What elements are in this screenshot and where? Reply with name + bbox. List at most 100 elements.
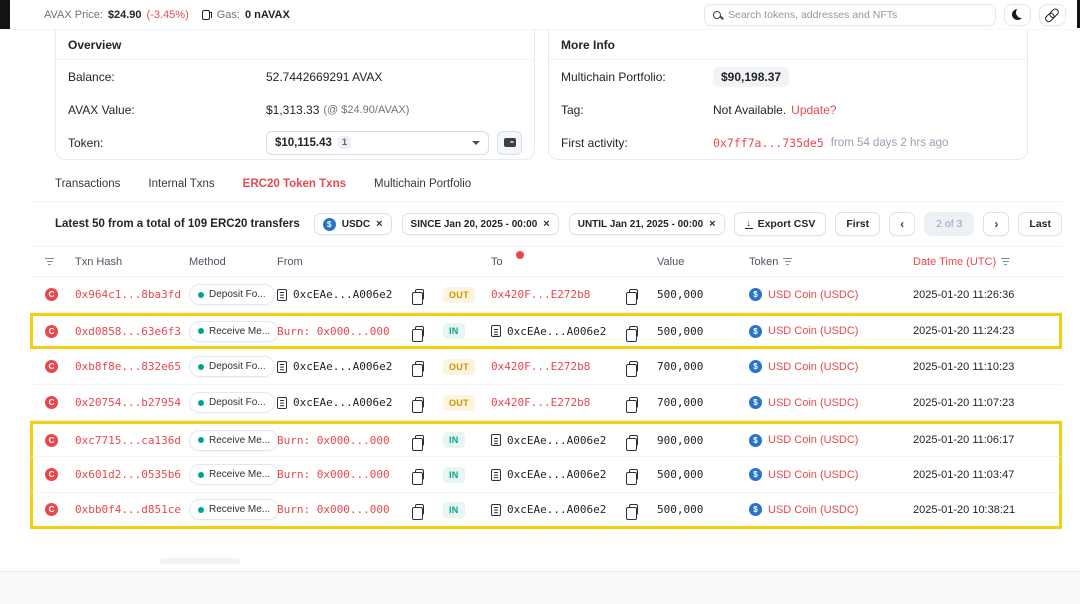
tab-multichain-portfolio[interactable]: Multichain Portfolio: [374, 178, 471, 190]
token-link[interactable]: USD Coin (USDC): [768, 325, 858, 337]
to-address-link[interactable]: 0x420F...E272b8: [491, 288, 590, 301]
to-address-link[interactable]: 0xcEAe...A006e2: [507, 503, 606, 516]
copy-icon[interactable]: [415, 504, 424, 515]
chip-close-icon[interactable]: ×: [709, 219, 715, 230]
row-filter-icon[interactable]: [45, 258, 75, 266]
chip-close-icon[interactable]: ×: [376, 219, 382, 230]
to-address-link[interactable]: 0xcEAe...A006e2: [507, 468, 606, 481]
table-row[interactable]: C 0xb8f8e...832e65 Deposit Fo... 0xcEAe.…: [30, 349, 1062, 385]
col-value: Value: [657, 256, 749, 268]
method-status-dot: [198, 507, 204, 513]
method-badge[interactable]: Receive Me...: [189, 430, 279, 451]
from-burn-link[interactable]: Burn: 0x000...000: [277, 325, 390, 338]
col-from: From: [277, 256, 411, 268]
copy-icon[interactable]: [415, 289, 424, 300]
chip-close-icon[interactable]: ×: [543, 219, 549, 230]
token-link[interactable]: USD Coin (USDC): [768, 504, 858, 516]
filter-chip[interactable]: UNTIL Jan 21, 2025 - 00:00×: [569, 213, 725, 235]
table-row[interactable]: C 0x20754...b27954 Deposit Fo... 0xcEAe.…: [30, 385, 1062, 421]
to-address: 0xcEAe...A006e2: [491, 434, 606, 447]
copy-icon[interactable]: [415, 469, 424, 480]
from-address-link[interactable]: 0xcEAe...A006e2: [293, 360, 392, 373]
method-status-dot: [198, 472, 204, 478]
txn-status-icon: C: [45, 325, 58, 338]
export-csv-button[interactable]: ↓ Export CSV: [734, 212, 827, 236]
method-badge[interactable]: Receive Me...: [189, 321, 279, 342]
copy-icon[interactable]: [415, 435, 424, 446]
tab-erc20-token-txns[interactable]: ERC20 Token Txns: [243, 178, 346, 190]
copy-icon[interactable]: [629, 469, 638, 480]
tab-transactions[interactable]: Transactions: [55, 178, 120, 190]
copy-icon[interactable]: [415, 361, 424, 372]
date-time: 2025-01-20 10:38:21: [905, 504, 1059, 516]
txn-hash-link[interactable]: 0xb8f8e...832e65: [75, 360, 181, 373]
direction-badge: IN: [443, 502, 465, 518]
from-burn-link[interactable]: Burn: 0x000...000: [277, 468, 390, 481]
method-badge[interactable]: Receive Me...: [189, 499, 279, 520]
copy-icon[interactable]: [415, 326, 424, 337]
copy-icon[interactable]: [629, 361, 638, 372]
to-address-link[interactable]: 0xcEAe...A006e2: [507, 434, 606, 447]
from-burn-link[interactable]: Burn: 0x000...000: [277, 434, 390, 447]
copy-icon[interactable]: [629, 504, 638, 515]
table-row[interactable]: C 0xc7715...ca136d Receive Me... Burn: 0…: [30, 421, 1062, 457]
to-address: 0xcEAe...A006e2: [491, 468, 606, 481]
search-input[interactable]: [728, 9, 987, 21]
token-filter-icon[interactable]: [783, 258, 792, 266]
token-link[interactable]: USD Coin (USDC): [768, 289, 858, 301]
direction-badge: OUT: [443, 359, 475, 375]
copy-icon[interactable]: [629, 397, 638, 408]
copy-icon[interactable]: [629, 435, 638, 446]
method-badge[interactable]: Deposit Fo...: [189, 392, 275, 413]
date-sort-icon[interactable]: [1001, 258, 1010, 266]
table-row[interactable]: C 0xbb0f4...d851ce Receive Me... Burn: 0…: [30, 493, 1062, 529]
from-address-link[interactable]: 0xcEAe...A006e2: [293, 288, 392, 301]
token-holdings-button[interactable]: [497, 131, 522, 155]
from-address-link[interactable]: 0xcEAe...A006e2: [293, 396, 392, 409]
pagination-last-button[interactable]: Last: [1018, 212, 1062, 236]
method-badge[interactable]: Deposit Fo...: [189, 356, 275, 377]
copy-icon[interactable]: [629, 289, 638, 300]
wallet-icon: [504, 138, 516, 147]
search-bar[interactable]: [704, 4, 996, 26]
date-time: 2025-01-20 11:24:23: [905, 325, 1059, 337]
pagination-first-button[interactable]: First: [835, 212, 880, 236]
transfer-value: 500,000: [657, 325, 749, 338]
tag-update-link[interactable]: Update?: [791, 103, 836, 117]
col-date-time[interactable]: Date Time (UTC): [905, 256, 1062, 268]
token-link[interactable]: USD Coin (USDC): [768, 361, 858, 373]
method-badge[interactable]: Deposit Fo...: [189, 284, 275, 305]
txn-hash-link[interactable]: 0xc7715...ca136d: [75, 434, 181, 447]
first-activity-hash-link[interactable]: 0x7ff7a...735de5: [713, 136, 824, 150]
txn-hash-link[interactable]: 0xd0858...63e6f3: [75, 325, 181, 338]
token-dropdown[interactable]: $10,115.43 1: [266, 131, 489, 155]
txn-hash-link[interactable]: 0x20754...b27954: [75, 396, 181, 409]
avax-price-change: (-3.45%): [147, 9, 189, 21]
link-button[interactable]: [1039, 4, 1066, 26]
txn-hash-link[interactable]: 0x964c1...8ba3fd: [75, 288, 181, 301]
copy-icon[interactable]: [415, 397, 424, 408]
from-burn-link[interactable]: Burn: 0x000...000: [277, 503, 390, 516]
table-row[interactable]: C 0x601d2...0535b6 Receive Me... Burn: 0…: [30, 457, 1062, 493]
pagination-next-button[interactable]: ›: [983, 212, 1009, 236]
method-badge[interactable]: Receive Me...: [189, 464, 279, 485]
filter-chip[interactable]: SINCE Jan 20, 2025 - 00:00×: [402, 213, 559, 235]
table-row[interactable]: C 0x964c1...8ba3fd Deposit Fo... 0xcEAe.…: [30, 277, 1062, 313]
copy-icon[interactable]: [629, 326, 638, 337]
to-address-link[interactable]: 0x420F...E272b8: [491, 396, 590, 409]
table-row[interactable]: C 0xd0858...63e6f3 Receive Me... Burn: 0…: [30, 313, 1062, 349]
txn-hash-link[interactable]: 0x601d2...0535b6: [75, 468, 181, 481]
filter-chip[interactable]: $USDC×: [314, 213, 392, 235]
avax-value-row: AVAX Value: $1,313.33 (@ $24.90/AVAX): [56, 93, 534, 126]
token-link[interactable]: USD Coin (USDC): [768, 469, 858, 481]
token-link[interactable]: USD Coin (USDC): [768, 434, 858, 446]
usdc-icon: $: [323, 218, 336, 231]
token-link[interactable]: USD Coin (USDC): [768, 397, 858, 409]
to-address-link[interactable]: 0xcEAe...A006e2: [507, 325, 606, 338]
pagination-prev-button[interactable]: ‹: [889, 212, 915, 236]
txn-hash-link[interactable]: 0xbb0f4...d851ce: [75, 503, 181, 516]
to-address-link[interactable]: 0x420F...E272b8: [491, 360, 590, 373]
tab-internal-txns[interactable]: Internal Txns: [148, 178, 214, 190]
theme-toggle-button[interactable]: [1004, 4, 1031, 26]
portfolio-value-badge[interactable]: $90,198.37: [713, 67, 789, 87]
